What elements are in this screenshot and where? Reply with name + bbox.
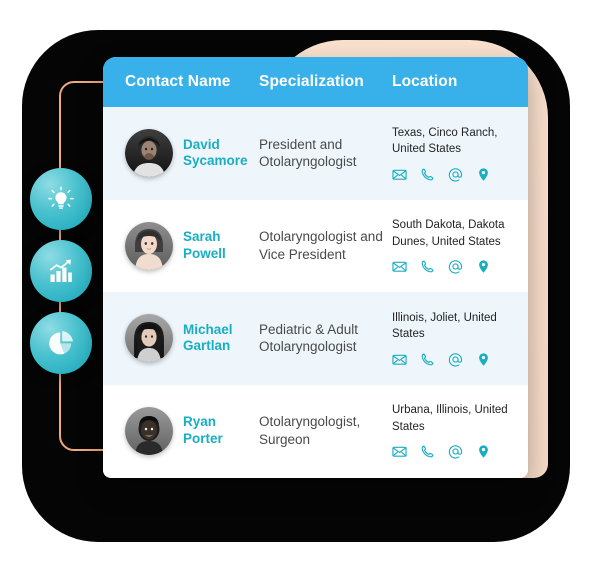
- location-text: Texas, Cinco Ranch, United States: [392, 126, 498, 156]
- phone-icon[interactable]: [420, 352, 435, 367]
- column-header-location: Location: [392, 73, 458, 90]
- avatar: [125, 129, 173, 178]
- phone-icon[interactable]: [420, 259, 435, 274]
- table-row[interactable]: Michael Gartlan Pediatric & Adult Otolar…: [103, 292, 528, 385]
- contact-name-link[interactable]: Sarah Powell: [183, 229, 259, 262]
- table-header-row: Contact Name Specialization Location: [103, 57, 528, 107]
- map-pin-icon[interactable]: [476, 444, 491, 459]
- map-pin-icon[interactable]: [476, 259, 491, 274]
- lightbulb-icon: [46, 184, 76, 214]
- cell-location: Urbana, Illinois, United States: [392, 402, 522, 459]
- avatar: [125, 221, 173, 270]
- cell-specialization: Otolaryngologist and Vice President: [259, 229, 383, 262]
- contact-action-icons: [392, 444, 522, 459]
- cell-contact-name: Sarah Powell: [125, 221, 259, 270]
- contact-action-icons: [392, 352, 522, 367]
- screenshot-stage: Contact Name Specialization Location Dav…: [0, 0, 598, 586]
- at-icon[interactable]: [448, 259, 463, 274]
- email-icon[interactable]: [392, 167, 407, 182]
- cell-contact-name: Michael Gartlan: [125, 314, 259, 363]
- phone-icon[interactable]: [420, 167, 435, 182]
- map-pin-icon[interactable]: [476, 167, 491, 182]
- cell-specialization: Pediatric & Adult Otolaryngologist: [259, 321, 359, 355]
- email-icon[interactable]: [392, 352, 407, 367]
- table-row[interactable]: Sarah Powell Otolaryngologist and Vice P…: [103, 199, 528, 292]
- badge-analytics[interactable]: [30, 240, 92, 302]
- cell-location: Illinois, Joliet, United States: [392, 310, 522, 367]
- cell-contact-name: Ryan Porter: [125, 406, 259, 455]
- cell-specialization: President and Otolaryngologist: [259, 136, 357, 170]
- cell-location: South Dakota, Dakota Dunes, United State…: [392, 217, 522, 274]
- phone-icon[interactable]: [420, 444, 435, 459]
- avatar: [125, 406, 173, 455]
- cell-contact-name: David Sycamore: [125, 129, 259, 178]
- contacts-table-card: Contact Name Specialization Location Dav…: [103, 57, 528, 478]
- table-row[interactable]: David Sycamore President and Otolaryngol…: [103, 107, 528, 200]
- at-icon[interactable]: [448, 352, 463, 367]
- bar-chart-growth-icon: [46, 256, 76, 286]
- badge-insights[interactable]: [30, 168, 92, 230]
- email-icon[interactable]: [392, 444, 407, 459]
- contact-name-link[interactable]: Michael Gartlan: [183, 322, 259, 355]
- map-pin-icon[interactable]: [476, 352, 491, 367]
- column-header-contact-name: Contact Name: [125, 73, 231, 90]
- table-row[interactable]: Ryan Porter Otolaryngologist, Surgeon Ur…: [103, 384, 528, 477]
- contact-name-link[interactable]: David Sycamore: [183, 137, 259, 170]
- contact-action-icons: [392, 167, 522, 182]
- location-text: Urbana, Illinois, United States: [392, 404, 508, 433]
- contact-action-icons: [392, 259, 522, 274]
- badge-reports[interactable]: [30, 312, 92, 374]
- column-header-specialization: Specialization: [259, 73, 364, 90]
- cell-location: Texas, Cinco Ranch, United States: [392, 125, 522, 182]
- at-icon[interactable]: [448, 444, 463, 459]
- feature-badge-list: [30, 168, 100, 374]
- cell-specialization: Otolaryngologist, Surgeon: [259, 414, 361, 447]
- pie-chart-icon: [46, 328, 76, 358]
- location-text: South Dakota, Dakota Dunes, United State…: [392, 219, 505, 248]
- email-icon[interactable]: [392, 259, 407, 274]
- avatar: [125, 314, 173, 363]
- location-text: Illinois, Joliet, United States: [392, 311, 497, 341]
- at-icon[interactable]: [448, 167, 463, 182]
- contact-name-link[interactable]: Ryan Porter: [183, 414, 259, 447]
